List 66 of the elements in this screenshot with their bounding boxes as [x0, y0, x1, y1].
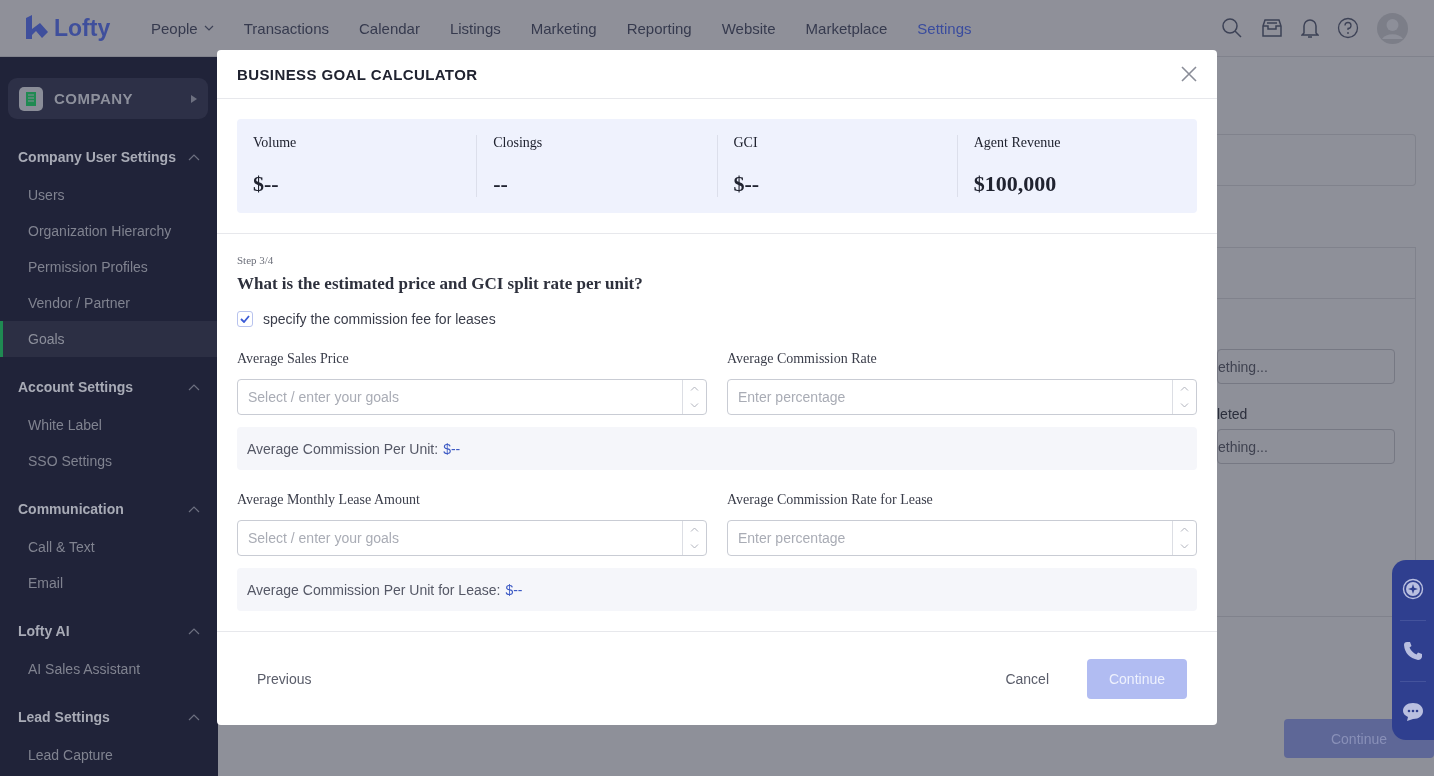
sidebar-item[interactable]: AI Sales Assistant [0, 651, 218, 687]
previous-button[interactable]: Previous [237, 662, 332, 695]
stat-value: $-- [733, 171, 761, 197]
sidebar-item[interactable]: Permission Profiles [0, 249, 218, 285]
help-icon[interactable] [1337, 17, 1359, 39]
nav-tab[interactable]: Calendar [359, 19, 420, 37]
sidebar-item[interactable]: Email [0, 565, 218, 601]
sidebar-item[interactable]: White Label [0, 407, 218, 443]
section-header[interactable]: Communication [0, 489, 218, 529]
nav-tab[interactable]: Transactions [243, 19, 330, 37]
field-label: Average Commission Rate for Lease [727, 492, 934, 508]
sidebar-item[interactable]: Call & Text [0, 529, 218, 565]
sidebar-item[interactable]: Lead Capture [0, 737, 218, 773]
text-field[interactable]: ething... [1217, 429, 1395, 464]
question-text: What is the estimated price and GCI split rate per unit? [237, 274, 644, 294]
summary-value: $-- [443, 440, 461, 457]
chat-icon[interactable] [1402, 702, 1424, 722]
section-header[interactable]: Company User Settings [0, 137, 218, 177]
section-header[interactable]: Lead Settings [0, 697, 218, 737]
arrow-icon [191, 94, 197, 103]
dialog-title: BUSINESS GOAL CALCULATOR [237, 65, 478, 83]
sidebar-item[interactable]: SSO Settings [0, 443, 218, 479]
sidebar-item[interactable]: Organization Hierarchy [0, 213, 218, 249]
company-switcher[interactable]: COMPANY [8, 78, 208, 119]
checkbox-label: specify the commission fee for leases [263, 311, 496, 327]
stat-value: $-- [253, 171, 280, 197]
field-label: Average Commission Rate [727, 351, 878, 367]
brand-name: Lofty [54, 14, 111, 42]
sparkle-icon[interactable] [1402, 578, 1424, 600]
caret-icon [203, 25, 214, 31]
nav-tab[interactable]: Marketplace [805, 19, 888, 37]
nav-tab[interactable]: Marketing [530, 19, 597, 37]
stat-value: -- [493, 171, 509, 197]
building-icon [19, 86, 43, 111]
bell-icon[interactable] [1301, 17, 1319, 39]
summary-label: Average Commission Per Unit: [247, 440, 439, 457]
logo-icon [24, 15, 50, 41]
stat-value: $100,000 [973, 171, 1058, 197]
text-field[interactable]: ething... [1217, 349, 1395, 384]
nav-tab[interactable]: Website [721, 19, 776, 37]
nav-tab[interactable]: People [151, 19, 214, 37]
stat-label: Closings [493, 135, 544, 151]
stat-label: Volume [253, 135, 298, 151]
phone-icon[interactable] [1403, 641, 1423, 661]
stat-label: Agent Revenue [973, 135, 1062, 151]
nav-tab[interactable]: Listings [449, 19, 501, 37]
inbox-icon[interactable] [1261, 18, 1283, 38]
section-header[interactable]: Account Settings [0, 367, 218, 407]
cancel-button[interactable]: Cancel [985, 662, 1069, 695]
section-header[interactable]: Lofty AI [0, 611, 218, 651]
field-label: Average Sales Price [237, 351, 350, 367]
nav-tab[interactable]: Reporting [626, 19, 692, 37]
sidebar-item[interactable]: Users [0, 177, 218, 213]
check-icon [240, 315, 250, 323]
summary-value: $-- [505, 581, 523, 598]
field-label: Average Monthly Lease Amount [237, 492, 421, 508]
stat-label: GCI [733, 135, 759, 151]
field-label: leted [1217, 406, 1249, 422]
summary-label: Average Commission Per Unit for Lease: [247, 581, 501, 598]
sidebar-item[interactable]: Vendor / Partner [0, 285, 218, 321]
close-icon[interactable] [1181, 66, 1197, 82]
sidebar-item[interactable]: Goals [0, 321, 218, 357]
checkbox[interactable] [237, 311, 253, 327]
search-icon[interactable] [1221, 17, 1243, 39]
step-label: Step 3/4 [237, 254, 275, 266]
nav-tab[interactable]: Settings [917, 19, 972, 37]
